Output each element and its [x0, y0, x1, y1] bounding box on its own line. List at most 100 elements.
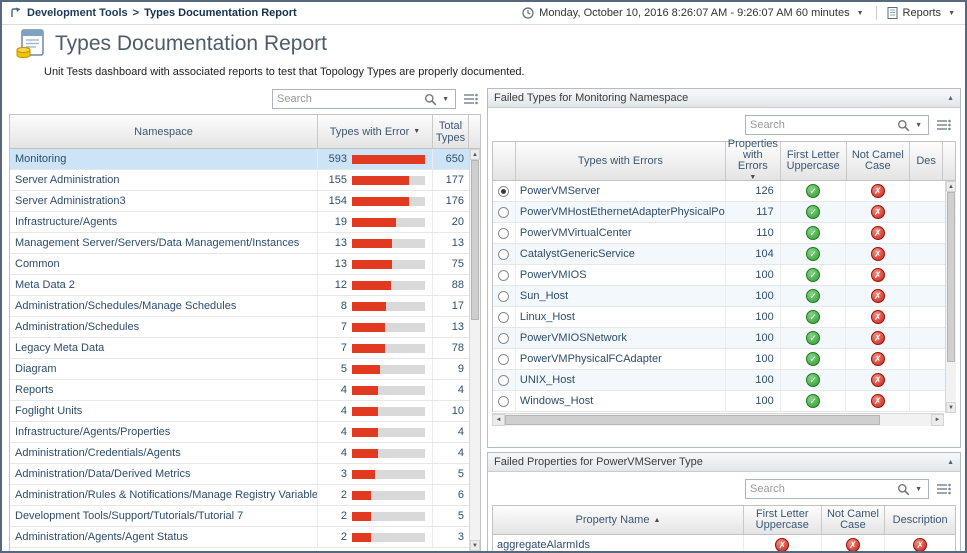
- namespace-row[interactable]: Infrastructure/Agents 19 20: [10, 212, 469, 233]
- failed-type-row[interactable]: PowerVMServer 126 ✓ ✗: [493, 181, 955, 202]
- row-select-cell[interactable]: [493, 370, 516, 390]
- scrollbar-thumb[interactable]: [471, 160, 479, 320]
- scrollbar-thumb[interactable]: [505, 415, 880, 425]
- table-customizer-icon[interactable]: [463, 92, 479, 106]
- radio-icon[interactable]: [498, 228, 509, 239]
- namespace-row[interactable]: Server Administration 155 177: [10, 170, 469, 191]
- table-customizer-icon[interactable]: [936, 482, 952, 496]
- vertical-scrollbar[interactable]: ▲ ▼: [945, 181, 956, 413]
- namespace-row[interactable]: Administration/Data/Derived Metrics 3 5: [10, 464, 469, 485]
- scroll-right-icon[interactable]: ►: [931, 414, 944, 426]
- table-customizer-icon[interactable]: [936, 118, 952, 132]
- search-options-dropdown-icon[interactable]: ▼: [913, 486, 924, 493]
- scroll-left-icon[interactable]: ◄: [492, 414, 505, 426]
- namespace-row[interactable]: Monitoring 593 650: [10, 149, 469, 170]
- radio-icon[interactable]: [498, 354, 509, 365]
- namespace-row[interactable]: Development Tools/Support/Tutorials/Tuto…: [10, 506, 469, 527]
- namespace-row[interactable]: Legacy Meta Data 7 78: [10, 338, 469, 359]
- row-select-cell[interactable]: [493, 244, 516, 264]
- search-icon[interactable]: [424, 93, 437, 106]
- namespace-row[interactable]: Common 13 75: [10, 254, 469, 275]
- scroll-down-icon[interactable]: ▼: [470, 540, 480, 551]
- search-icon[interactable]: [897, 483, 910, 496]
- time-range-label[interactable]: Monday, October 10, 2016 8:26:07 AM - 9:…: [539, 7, 849, 19]
- vertical-scrollbar[interactable]: ▲ ▼: [469, 149, 480, 551]
- failed-type-row[interactable]: PowerVMIOSNetwork 100 ✓ ✗: [493, 328, 955, 349]
- column-header-namespace[interactable]: Namespace: [10, 115, 318, 148]
- namespace-row[interactable]: Diagram 5 9: [10, 359, 469, 380]
- radio-icon[interactable]: [498, 312, 509, 323]
- row-select-cell[interactable]: [493, 181, 516, 201]
- search-icon[interactable]: [897, 119, 910, 132]
- radio-icon[interactable]: [498, 375, 509, 386]
- horizontal-scrollbar[interactable]: ◄ ►: [492, 413, 944, 426]
- column-header-types-with-error[interactable]: Types with Error ▼: [318, 115, 433, 148]
- radio-icon[interactable]: [498, 291, 509, 302]
- failed-type-row[interactable]: PowerVMIOS 100 ✓ ✗: [493, 265, 955, 286]
- column-header-types-with-errors[interactable]: Types with Errors: [516, 142, 726, 180]
- column-header-description-truncated[interactable]: Des: [910, 142, 943, 180]
- scrollbar-thumb[interactable]: [947, 192, 955, 362]
- failed-type-row[interactable]: UNIX_Host 100 ✓ ✗: [493, 370, 955, 391]
- column-header-first-letter-uppercase[interactable]: First Letter Uppercase: [781, 142, 847, 180]
- scrollbar-track[interactable]: [470, 160, 480, 540]
- column-header-not-camel-case[interactable]: Not Camel Case: [847, 142, 911, 180]
- scroll-up-icon[interactable]: ▲: [946, 181, 956, 192]
- radio-selected-icon[interactable]: [498, 186, 509, 197]
- column-header-total-types[interactable]: Total Types: [433, 115, 469, 148]
- time-range-dropdown-icon[interactable]: ▼: [855, 10, 866, 17]
- row-select-cell[interactable]: [493, 223, 516, 243]
- radio-icon[interactable]: [498, 207, 509, 218]
- collapse-panel-icon[interactable]: ▲: [947, 459, 954, 466]
- reports-dropdown-icon[interactable]: ▼: [946, 10, 957, 17]
- search-input[interactable]: [750, 119, 894, 131]
- scrollbar-track[interactable]: [505, 414, 931, 426]
- failed-property-row[interactable]: aggregateAlarmIds ✗ ✗ ✗: [492, 535, 956, 553]
- row-select-cell[interactable]: [493, 307, 516, 327]
- column-header-description[interactable]: Description: [885, 506, 955, 534]
- collapse-panel-icon[interactable]: ▲: [947, 95, 954, 102]
- radio-icon[interactable]: [498, 333, 509, 344]
- row-select-cell[interactable]: [493, 286, 516, 306]
- scroll-down-icon[interactable]: ▼: [946, 402, 956, 413]
- failed-type-row[interactable]: CatalystGenericService 104 ✓ ✗: [493, 244, 955, 265]
- radio-icon[interactable]: [498, 270, 509, 281]
- scrollbar-track[interactable]: [946, 192, 956, 402]
- search-input[interactable]: [277, 93, 421, 105]
- search-input[interactable]: [750, 483, 894, 495]
- failed-type-row[interactable]: PowerVMHostEthernetAdapterPhysicalPort 1…: [493, 202, 955, 223]
- namespace-row[interactable]: Infrastructure/Agents/Properties 4 4: [10, 422, 469, 443]
- column-header-not-camel-case[interactable]: Not Camel Case: [822, 506, 886, 534]
- failed-type-row[interactable]: Linux_Host 100 ✓ ✗: [493, 307, 955, 328]
- radio-icon[interactable]: [498, 396, 509, 407]
- error-bar: [352, 512, 425, 521]
- search-options-dropdown-icon[interactable]: ▼: [440, 96, 451, 103]
- column-header-first-letter-uppercase[interactable]: First Letter Uppercase: [744, 506, 822, 534]
- namespace-row[interactable]: Administration/Schedules/Manage Schedule…: [10, 296, 469, 317]
- namespace-row[interactable]: Foglight Units 4 10: [10, 401, 469, 422]
- namespace-row[interactable]: Administration/Schedules 7 13: [10, 317, 469, 338]
- failed-type-row[interactable]: PowerVMPhysicalFCAdapter 100 ✓ ✗: [493, 349, 955, 370]
- namespace-row[interactable]: Administration/Rules & Notifications/Man…: [10, 485, 469, 506]
- row-select-cell[interactable]: [493, 202, 516, 222]
- failed-type-row[interactable]: PowerVMVirtualCenter 110 ✓ ✗: [493, 223, 955, 244]
- namespace-row[interactable]: Reports 4 4: [10, 380, 469, 401]
- search-options-dropdown-icon[interactable]: ▼: [913, 122, 924, 129]
- breadcrumb-link-development-tools[interactable]: Development Tools: [27, 7, 128, 19]
- row-select-cell[interactable]: [493, 265, 516, 285]
- column-header-properties-with-errors[interactable]: Properties with Errors ▼: [726, 142, 781, 180]
- row-select-cell[interactable]: [493, 328, 516, 348]
- radio-icon[interactable]: [498, 249, 509, 260]
- namespace-row[interactable]: Management Server/Servers/Data Managemen…: [10, 233, 469, 254]
- reports-menu[interactable]: Reports: [903, 7, 942, 19]
- failed-type-row[interactable]: Sun_Host 100 ✓ ✗: [493, 286, 955, 307]
- row-select-cell[interactable]: [493, 349, 516, 369]
- failed-type-row[interactable]: Windows_Host 100 ✓ ✗: [493, 391, 955, 412]
- namespace-row[interactable]: Server Administration3 154 176: [10, 191, 469, 212]
- namespace-row[interactable]: Administration/Agents/Agent Status 2 3: [10, 527, 469, 548]
- row-select-cell[interactable]: [493, 391, 516, 411]
- scroll-up-icon[interactable]: ▲: [470, 149, 480, 160]
- namespace-row[interactable]: Administration/Credentials/Agents 4 4: [10, 443, 469, 464]
- namespace-row[interactable]: Meta Data 2 12 88: [10, 275, 469, 296]
- column-header-property-name[interactable]: Property Name ▲: [493, 506, 744, 534]
